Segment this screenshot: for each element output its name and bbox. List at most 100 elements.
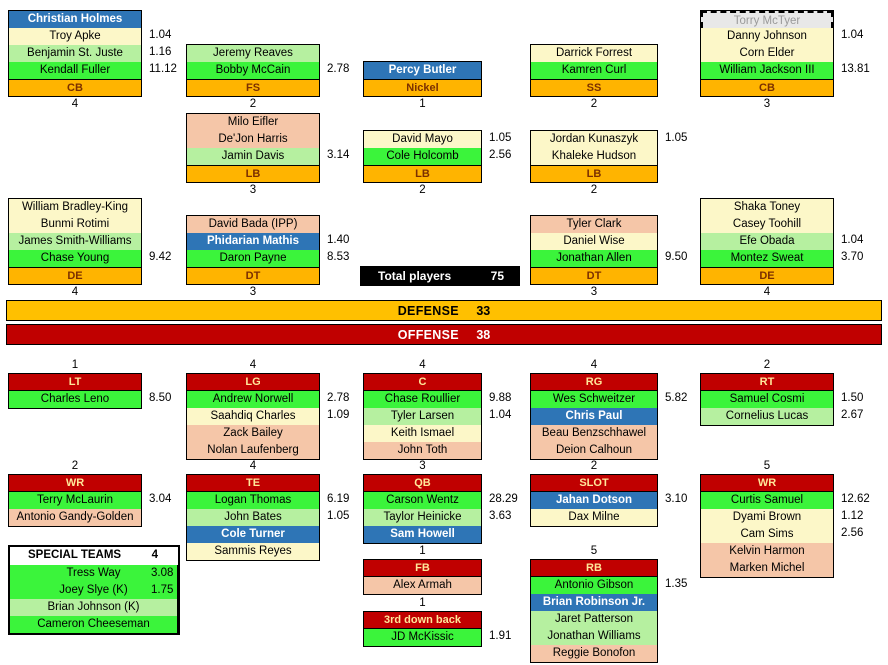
position-group-lb: Milo Eifler De'Jon Harris Jamin Davis LB 3.1… xyxy=(186,113,349,198)
player-row[interactable]: David Mayo xyxy=(364,131,481,148)
player-list: C Chase Roullier Tyler Larsen Keith Ismael J… xyxy=(363,373,482,460)
player-row[interactable]: Chase Roullier xyxy=(364,391,481,408)
player-row[interactable]: Jeremy Reaves xyxy=(187,45,319,62)
player-row[interactable]: Daron Payne xyxy=(187,250,319,267)
player-row-cut[interactable]: Torry McTyer xyxy=(701,11,833,28)
player-row[interactable]: Dyami Brown xyxy=(701,509,833,526)
player-row[interactable]: Jonathan Allen xyxy=(531,250,657,267)
position-label: QB xyxy=(364,475,481,492)
player-row[interactable]: Benjamin St. Juste xyxy=(9,45,141,62)
player-row[interactable]: Shaka Toney xyxy=(701,199,833,216)
player-row[interactable]: JD McKissic xyxy=(364,629,481,646)
player-row[interactable]: Dax Milne xyxy=(531,509,657,526)
player-row[interactable]: Cole Turner xyxy=(187,526,319,543)
player-row[interactable]: John Toth xyxy=(364,442,481,459)
cap-hit-value xyxy=(658,232,687,249)
player-row[interactable]: Phidarian Mathis xyxy=(187,233,319,250)
player-row[interactable]: Efe Obada xyxy=(701,233,833,250)
offense-banner-count: 38 xyxy=(476,328,491,342)
player-row[interactable]: Kamren Curl xyxy=(531,62,657,79)
position-group-de: Shaka Toney Casey Toohill Efe Obada Montez … xyxy=(700,198,863,300)
player-row[interactable]: Charles Leno xyxy=(9,391,141,408)
cap-hit-value: 1.04 xyxy=(489,409,512,421)
cap-hit-value xyxy=(142,10,177,27)
player-row[interactable]: Tyler Clark xyxy=(531,216,657,233)
player-row[interactable]: Wes Schweitzer xyxy=(531,391,657,408)
player-row[interactable]: Brian Robinson Jr. xyxy=(531,594,657,611)
player-row[interactable]: Cornelius Lucas xyxy=(701,408,833,425)
player-row[interactable]: Corn Elder xyxy=(701,45,833,62)
player-row[interactable]: William Bradley-King xyxy=(9,199,141,216)
player-row[interactable]: Khaleke Hudson xyxy=(531,148,657,165)
player-row[interactable]: Montez Sweat xyxy=(701,250,833,267)
player-row[interactable]: Reggie Bonofon xyxy=(531,645,657,662)
position-label: DT xyxy=(531,267,657,284)
cap-hit-value xyxy=(834,542,870,559)
player-row[interactable]: Sammis Reyes xyxy=(187,543,319,560)
player-row[interactable]: Saahdiq Charles xyxy=(187,408,319,425)
cap-hit-value xyxy=(320,113,349,130)
player-row[interactable]: Antonio Gandy-Golden xyxy=(9,509,141,526)
player-row[interactable]: Jamin Davis xyxy=(187,148,319,165)
player-row[interactable]: Daniel Wise xyxy=(531,233,657,250)
cap-hit-value xyxy=(142,198,171,215)
player-row[interactable]: Keith Ismael xyxy=(364,425,481,442)
player-row[interactable]: Kelvin Harmon xyxy=(701,543,833,560)
position-group-dt: Tyler Clark Daniel Wise Jonathan Allen DT 9.… xyxy=(530,215,687,300)
player-row[interactable]: Alex Armah xyxy=(364,577,481,594)
player-row[interactable]: Nolan Laufenberg xyxy=(187,442,319,459)
player-row[interactable]: Carson Wentz xyxy=(364,492,481,509)
player-row[interactable]: Bunmi Rotimi xyxy=(9,216,141,233)
player-row[interactable]: Milo Eifler xyxy=(187,114,319,131)
player-row[interactable]: Terry McLaurin xyxy=(9,492,141,509)
player-row[interactable]: Jonathan Williams xyxy=(531,628,657,645)
cap-hit-value: 5.82 xyxy=(665,392,688,404)
player-list: RT Samuel Cosmi Cornelius Lucas xyxy=(700,373,834,426)
player-row[interactable]: Logan Thomas xyxy=(187,492,319,509)
player-row[interactable]: James Smith-Williams xyxy=(9,233,141,250)
player-row[interactable]: Danny Johnson xyxy=(701,28,833,45)
player-row[interactable]: David Bada (IPP) xyxy=(187,216,319,233)
position-group-qb: 3 QB Carson Wentz Taylor Heinicke Sam Howell… xyxy=(363,459,518,544)
cap-hit-values: 1.35 xyxy=(658,559,687,661)
player-row[interactable]: John Bates xyxy=(187,509,319,526)
cap-hit-value xyxy=(658,627,687,644)
player-row[interactable]: Darrick Forrest xyxy=(531,45,657,62)
cap-hit-value: 8.53 xyxy=(327,251,350,263)
player-row[interactable]: Jordan Kunaszyk xyxy=(531,131,657,148)
player-row[interactable]: Deion Calhoun xyxy=(531,442,657,459)
cap-hit-values xyxy=(482,61,489,78)
player-row[interactable]: Sam Howell xyxy=(364,526,481,543)
player-row[interactable]: De'Jon Harris xyxy=(187,131,319,148)
player-row[interactable]: Jahan Dotson xyxy=(531,492,657,509)
player-row[interactable]: Casey Toohill xyxy=(701,216,833,233)
cap-hit-value xyxy=(320,441,349,458)
player-row[interactable]: Taylor Heinicke xyxy=(364,509,481,526)
player-row[interactable]: Zack Bailey xyxy=(187,425,319,442)
player-row[interactable]: Christian Holmes xyxy=(9,11,141,28)
player-row[interactable]: Beau Benzschhawel xyxy=(531,425,657,442)
special-teams-header: SPECIAL TEAMS 4 xyxy=(10,547,178,565)
position-group-3rd-down-back: 1 3rd down back JD McKissic 1.91 xyxy=(363,596,511,647)
player-row[interactable]: Bobby McCain xyxy=(187,62,319,79)
player-row[interactable]: Troy Apke xyxy=(9,28,141,45)
player-row[interactable]: Samuel Cosmi xyxy=(701,391,833,408)
special-teams-group: SPECIAL TEAMS 4 Tress Way Joey Slye (K) Br… xyxy=(8,545,180,635)
player-row[interactable]: Jaret Patterson xyxy=(531,611,657,628)
player-row[interactable]: Tyler Larsen xyxy=(364,408,481,425)
player-row[interactable]: Cam Sims xyxy=(701,526,833,543)
player-row[interactable]: Cole Holcomb xyxy=(364,148,481,165)
player-row[interactable]: Chase Young xyxy=(9,250,141,267)
player-list: SLOT Jahan Dotson Dax Milne xyxy=(530,474,658,527)
cap-hit-values: 28.29 3.63 xyxy=(482,474,518,542)
cap-hit-values: 2.78 xyxy=(320,44,349,78)
player-row[interactable]: Percy Butler xyxy=(364,62,481,79)
player-row[interactable]: Kendall Fuller xyxy=(9,62,141,79)
player-row[interactable]: Antonio Gibson xyxy=(531,577,657,594)
player-row[interactable]: Andrew Norwell xyxy=(187,391,319,408)
player-row[interactable]: William Jackson III xyxy=(701,62,833,79)
player-row[interactable]: Marken Michel xyxy=(701,560,833,577)
position-count: 5 xyxy=(590,545,598,557)
player-row[interactable]: Curtis Samuel xyxy=(701,492,833,509)
player-row[interactable]: Chris Paul xyxy=(531,408,657,425)
